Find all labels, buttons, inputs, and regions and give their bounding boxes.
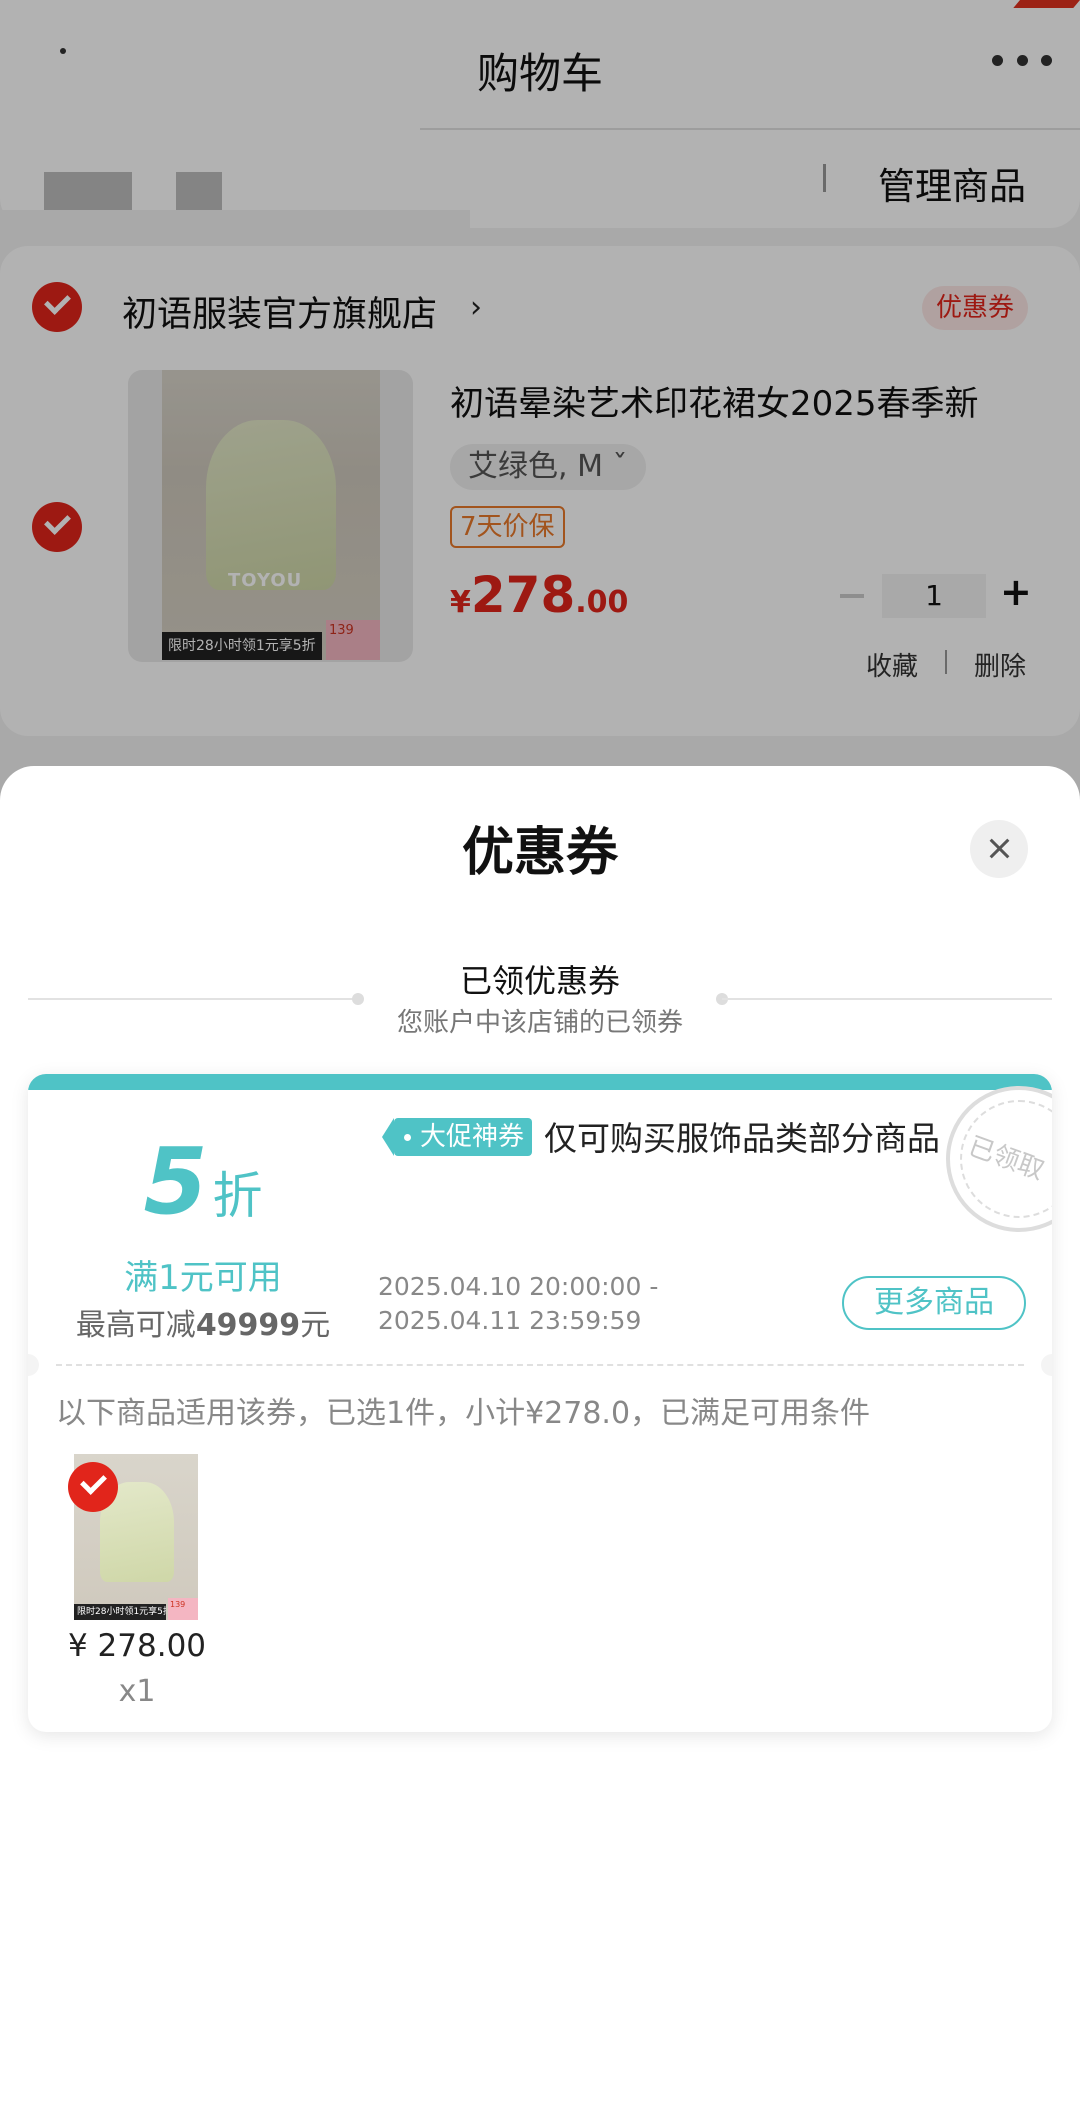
sheet-title: 优惠券 [461, 823, 618, 883]
section-subtitle: 您账户中该店铺的已领券 [396, 1008, 683, 1038]
claimed-stamp-icon: 已领取 [946, 1086, 1052, 1232]
notch-right [1041, 1354, 1052, 1376]
product-quantity: x1 [118, 1674, 156, 1709]
valid-from: 2025.04.10 20:00:00 - [378, 1272, 659, 1301]
validity-period: 2025.04.10 20:00:00 - 2025.04.11 23:59:5… [378, 1270, 658, 1338]
coupon-description: 仅可购买服饰品类部分商品 [544, 1119, 940, 1158]
discount-value: 5 折 [28, 1128, 378, 1235]
price-badge: 139 [168, 1598, 198, 1620]
discount-number: 5 [143, 1128, 208, 1235]
applicable-summary: 以下商品适用该券，已选1件，小计¥278.0，已满足可用条件 [56, 1396, 871, 1431]
more-products-button[interactable]: 更多商品 [842, 1276, 1026, 1330]
notch-left [28, 1354, 39, 1376]
coupon-accent-bar [28, 1074, 1052, 1090]
coupon-card: 大促神券 仅可购买服饰品类部分商品 已领取 5 折 满1元可用 最高可减4999… [28, 1074, 1052, 1732]
max-off-suffix: 元 [300, 1308, 331, 1343]
section-title: 已领优惠券 [459, 962, 620, 1000]
coupon-sheet: 优惠券 已领优惠券 您账户中该店铺的已领券 大促神券 仅可购买服饰品类部分商品 … [0, 766, 1080, 2104]
dashed-divider [56, 1364, 1024, 1366]
product-check-icon[interactable] [68, 1462, 118, 1512]
max-off-prefix: 最高可减 [75, 1308, 196, 1343]
promo-strip: 限时28小时领1元享5折 [74, 1604, 166, 1620]
close-icon[interactable] [970, 820, 1028, 878]
discount-unit: 折 [212, 1167, 263, 1225]
promo-tag: 大促神券 [381, 1118, 533, 1156]
max-discount: 最高可减49999元 [28, 1300, 378, 1344]
product-price: ¥ 278.00 [67, 1628, 207, 1664]
valid-to: 2025.04.11 23:59:59 [378, 1306, 642, 1335]
coupon-threshold: 满1元可用 [124, 1258, 282, 1298]
max-off-amount: 49999 [195, 1308, 301, 1343]
